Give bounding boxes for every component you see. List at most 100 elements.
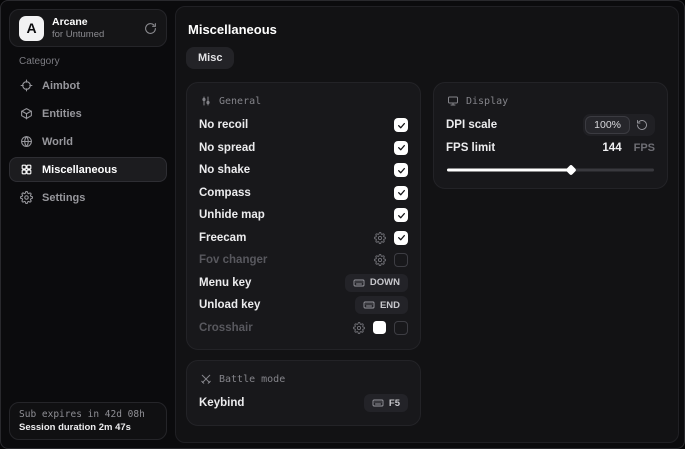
dpi-scale-input[interactable]: 100% (585, 116, 630, 134)
dpi-scale-control: 100% (583, 114, 655, 136)
setting-label: Fov changer (199, 254, 267, 266)
checkbox-no-spread[interactable] (394, 141, 408, 155)
battle-card-title: Battle mode (219, 374, 285, 385)
sidebar-item-aimbot[interactable]: Aimbot (9, 73, 167, 98)
display-card: Display DPI scale 100% (433, 82, 668, 189)
setting-row-no-shake: No shake (199, 159, 408, 182)
checkbox-fov-changer[interactable] (394, 253, 408, 267)
setting-label: Unhide map (199, 209, 265, 221)
grid-icon (20, 163, 33, 176)
app-subtitle: for Untumed (52, 29, 104, 41)
page-title: Miscellaneous (188, 22, 668, 37)
gear-icon (20, 191, 33, 204)
setting-label: Unload key (199, 299, 260, 311)
setting-label: No spread (199, 142, 255, 154)
category-label: Category (19, 56, 60, 67)
app-name: Arcane (52, 16, 104, 29)
app-card: A Arcane for Untumed (9, 9, 167, 47)
sidebar-item-settings[interactable]: Settings (9, 185, 167, 210)
battle-card-header: Battle mode (200, 373, 408, 385)
general-card: General No recoil No spread (186, 82, 421, 350)
sidebar: A Arcane for Untumed Category Aimbot (1, 1, 175, 448)
setting-row-crosshair: Crosshair (199, 317, 408, 340)
sidebar-item-label: Settings (42, 192, 85, 204)
freecam-settings-gear-icon[interactable] (374, 232, 386, 244)
display-card-title: Display (466, 96, 508, 107)
swords-icon (200, 373, 212, 385)
setting-label: Compass (199, 187, 251, 199)
setting-row-fps-limit: FPS limit 144 FPS (446, 137, 655, 160)
checkbox-no-recoil[interactable] (394, 118, 408, 132)
app-window: A Arcane for Untumed Category Aimbot (0, 0, 685, 449)
fps-slider-thumb[interactable] (566, 164, 577, 175)
key-value: END (380, 300, 400, 311)
setting-row-unload-key: Unload key END (199, 294, 408, 317)
cards-area: General No recoil No spread (186, 82, 668, 426)
keyboard-icon (353, 277, 365, 289)
subscription-status-card: Sub expires in 42d 08h Session duration … (9, 402, 167, 440)
sub-expires-text: Sub expires in 42d 08h (19, 409, 157, 420)
key-value: F5 (389, 398, 400, 409)
fov-settings-gear-icon[interactable] (374, 254, 386, 266)
setting-row-no-spread: No spread (199, 137, 408, 160)
fps-limit-slider[interactable] (447, 164, 654, 176)
fps-limit-value: 144 (602, 142, 621, 154)
key-value: DOWN (370, 277, 400, 288)
setting-label: Freecam (199, 232, 246, 244)
setting-row-compass: Compass (199, 182, 408, 205)
setting-row-no-recoil: No recoil (199, 114, 408, 137)
crosshair-settings-gear-icon[interactable] (353, 322, 365, 334)
monitor-icon (447, 95, 459, 107)
sidebar-item-miscellaneous[interactable]: Miscellaneous (9, 157, 167, 182)
general-card-title: General (219, 96, 261, 107)
setting-label: Menu key (199, 277, 251, 289)
setting-label: Crosshair (199, 322, 253, 334)
battle-keybind[interactable]: F5 (364, 394, 408, 412)
tab-misc[interactable]: Misc (186, 47, 234, 69)
checkbox-freecam[interactable] (394, 231, 408, 245)
avatar: A (19, 16, 44, 41)
setting-row-keybind: Keybind F5 (199, 392, 408, 415)
cube-icon (20, 107, 33, 120)
refresh-icon[interactable] (144, 22, 157, 35)
display-card-header: Display (447, 95, 655, 107)
keyboard-icon (372, 397, 384, 409)
checkbox-unhide-map[interactable] (394, 208, 408, 222)
sidebar-item-entities[interactable]: Entities (9, 101, 167, 126)
checkbox-compass[interactable] (394, 186, 408, 200)
fps-slider-fill (447, 169, 571, 172)
session-duration-text: Session duration 2m 47s (19, 422, 157, 433)
setting-row-menu-key: Menu key DOWN (199, 272, 408, 295)
sidebar-item-label: Miscellaneous (42, 164, 117, 176)
globe-icon (20, 135, 33, 148)
sidebar-item-label: Aimbot (42, 80, 80, 92)
unload-key-binding[interactable]: END (355, 296, 408, 314)
setting-row-dpi-scale: DPI scale 100% (446, 114, 655, 137)
setting-label: FPS limit (446, 142, 495, 154)
setting-row-unhide-map: Unhide map (199, 204, 408, 227)
checkbox-crosshair[interactable] (394, 321, 408, 335)
sidebar-nav: Aimbot Entities World Miscellaneous (9, 73, 167, 210)
setting-label: No recoil (199, 119, 248, 131)
fps-limit-unit: FPS (634, 142, 655, 154)
sidebar-item-label: Entities (42, 108, 82, 120)
sidebar-item-label: World (42, 136, 73, 148)
general-card-header: General (200, 95, 408, 107)
crosshair-icon (20, 79, 33, 92)
right-column: Display DPI scale 100% (433, 82, 668, 189)
menu-key-binding[interactable]: DOWN (345, 274, 408, 292)
battle-mode-card: Battle mode Keybind F5 (186, 360, 421, 426)
setting-label: Keybind (199, 397, 244, 409)
sidebar-item-world[interactable]: World (9, 129, 167, 154)
setting-label: No shake (199, 164, 250, 176)
left-column: General No recoil No spread (186, 82, 421, 426)
setting-row-freecam: Freecam (199, 227, 408, 250)
setting-label: DPI scale (446, 119, 497, 131)
crosshair-color-swatch[interactable] (373, 321, 386, 334)
checkbox-no-shake[interactable] (394, 163, 408, 177)
setting-row-fov-changer: Fov changer (199, 249, 408, 272)
app-identity: Arcane for Untumed (52, 16, 104, 41)
keyboard-icon (363, 299, 375, 311)
sliders-icon (200, 95, 212, 107)
dpi-reset-icon[interactable] (636, 119, 648, 131)
